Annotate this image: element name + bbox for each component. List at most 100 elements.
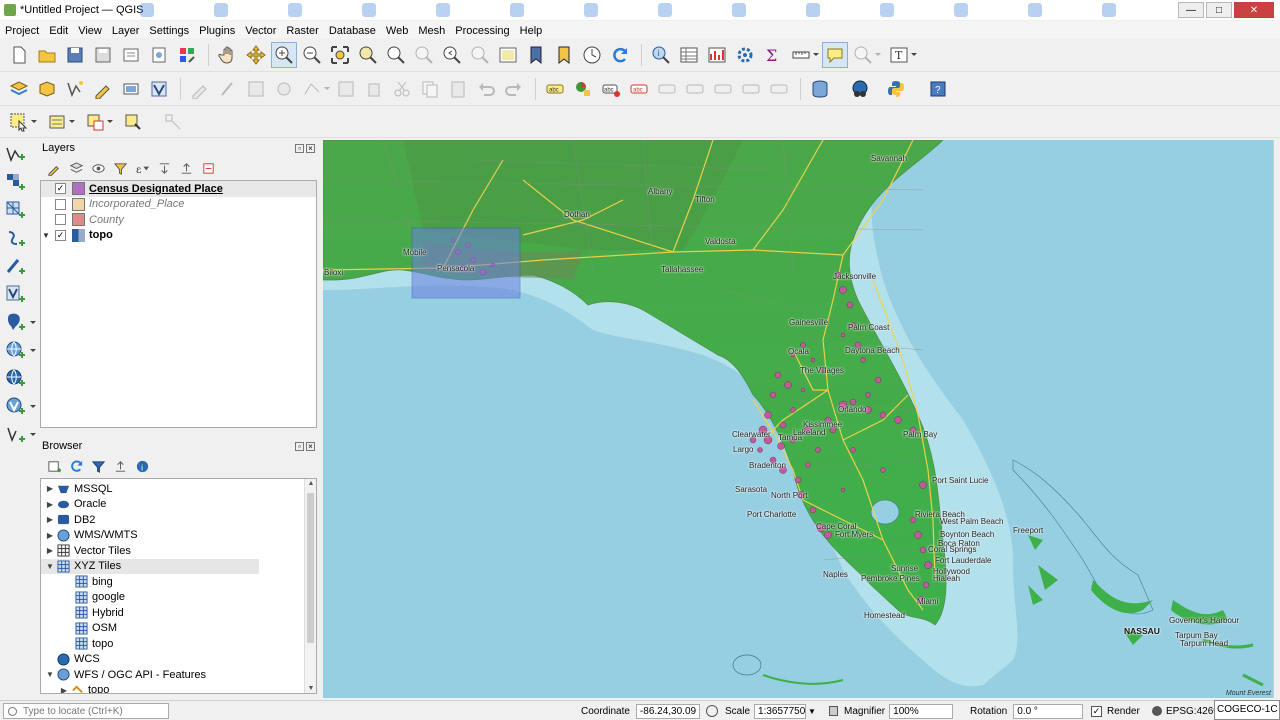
- temporal-controller-icon[interactable]: [579, 42, 605, 68]
- add-postgis-layer-icon[interactable]: [2, 309, 36, 335]
- browser-scrollbar[interactable]: ▲ ▼: [304, 479, 316, 693]
- add-vector-tile-layer-icon[interactable]: [2, 421, 36, 447]
- select-by-value-icon[interactable]: [44, 109, 75, 135]
- new-map-view-icon[interactable]: [495, 42, 521, 68]
- expand-arrow-icon[interactable]: ▼: [41, 231, 51, 240]
- new-geopackage-icon[interactable]: [34, 76, 60, 102]
- new-bookmark-icon[interactable]: [523, 42, 549, 68]
- layer-item-topo[interactable]: ▼ ✓ topo: [41, 228, 316, 244]
- pan-hand-icon[interactable]: [215, 42, 241, 68]
- add-group-icon[interactable]: [67, 159, 85, 177]
- filter-legend-icon[interactable]: [111, 159, 129, 177]
- print-layout-icon[interactable]: [118, 42, 144, 68]
- pan-to-selection-icon[interactable]: [243, 42, 269, 68]
- zoom-in-icon[interactable]: [271, 41, 297, 68]
- add-mesh-layer-icon[interactable]: [2, 197, 28, 223]
- float-panel-button[interactable]: ▫: [295, 143, 304, 153]
- rotation-field[interactable]: 0.0 °: [1013, 703, 1084, 719]
- menu-mesh[interactable]: Mesh: [413, 25, 450, 37]
- menu-layer[interactable]: Layer: [107, 25, 145, 37]
- menu-plugins[interactable]: Plugins: [194, 25, 240, 37]
- zoom-out-icon[interactable]: [299, 42, 325, 68]
- browser-item-wfs-topo[interactable]: ▶ topo: [41, 683, 316, 693]
- metasearch-icon[interactable]: [847, 76, 873, 102]
- crs-button[interactable]: EPSG:4269: [1166, 706, 1219, 717]
- browser-item-xyz-tiles[interactable]: ▼ XYZ Tiles: [41, 558, 259, 574]
- scale-dropdown-icon[interactable]: ▼: [808, 707, 816, 716]
- scale-field[interactable]: 1:3657750: [754, 703, 807, 719]
- layer-visibility-checkbox[interactable]: ✓: [55, 229, 66, 241]
- menu-view[interactable]: View: [73, 25, 107, 37]
- expand-arrow-icon[interactable]: ▶: [57, 686, 71, 693]
- close-button[interactable]: ✕: [1234, 2, 1274, 18]
- locator-search-input[interactable]: Type to locate (Ctrl+K): [3, 703, 169, 719]
- layer-visibility-checkbox[interactable]: ✓: [55, 183, 66, 195]
- menu-processing[interactable]: Processing: [450, 25, 514, 37]
- add-vector-layer-icon[interactable]: [2, 141, 28, 167]
- label-tool-icon[interactable]: abc: [542, 76, 568, 102]
- new-virtual-layer-icon[interactable]: [146, 76, 172, 102]
- browser-item-wfs-ogc-api[interactable]: ▼ WFS / OGC API - Features: [41, 667, 316, 683]
- menu-vector[interactable]: Vector: [240, 25, 281, 37]
- attribute-table-icon[interactable]: [676, 42, 702, 68]
- layer-item-census-designated-place[interactable]: ✓ Census Designated Place: [41, 181, 316, 197]
- db-manager-icon[interactable]: [807, 76, 833, 102]
- close-panel-button[interactable]: ×: [306, 441, 315, 451]
- new-project-icon[interactable]: [6, 42, 32, 68]
- open-project-icon[interactable]: [34, 42, 60, 68]
- expand-all-icon[interactable]: [155, 159, 173, 177]
- browser-item-oracle[interactable]: ▶ Oracle: [41, 497, 316, 513]
- zoom-to-selection-icon[interactable]: [355, 42, 381, 68]
- toggle-label-display-icon[interactable]: abc: [626, 76, 652, 102]
- diagram-options-icon[interactable]: [570, 76, 596, 102]
- menu-raster[interactable]: Raster: [281, 25, 323, 37]
- expand-arrow-icon[interactable]: ▶: [43, 484, 57, 493]
- remove-layer-icon[interactable]: [199, 159, 217, 177]
- add-raster-layer-icon[interactable]: [2, 169, 28, 195]
- float-panel-button[interactable]: ▫: [295, 441, 304, 451]
- save-project-icon[interactable]: [62, 42, 88, 68]
- menu-project[interactable]: Project: [0, 25, 44, 37]
- map-canvas[interactable]: Savannah Albany Tifton Dothan Valdosta M…: [323, 140, 1273, 698]
- expand-arrow-icon[interactable]: ▶: [43, 531, 57, 540]
- layer-visibility-checkbox[interactable]: [55, 214, 66, 226]
- toggle-extents-icon[interactable]: [705, 705, 718, 717]
- zoom-to-layer-icon[interactable]: [383, 42, 409, 68]
- add-delimited-text-icon[interactable]: [2, 225, 28, 251]
- text-annotation-icon[interactable]: T: [886, 42, 917, 68]
- add-wms-layer-icon[interactable]: [2, 337, 36, 363]
- browser-item-google[interactable]: google: [41, 590, 316, 606]
- identify-features-icon[interactable]: i: [648, 42, 674, 68]
- browser-item-mssql[interactable]: ▶ MSSQL: [41, 481, 316, 497]
- browser-item-db2[interactable]: ▶ DB2: [41, 512, 316, 528]
- expand-arrow-icon[interactable]: ▶: [43, 546, 57, 555]
- browser-item-wms-wmts[interactable]: ▶ WMS/WMTS: [41, 528, 316, 544]
- add-spatialite-layer-icon[interactable]: [2, 281, 28, 307]
- menu-edit[interactable]: Edit: [44, 25, 73, 37]
- collapse-all-icon[interactable]: [111, 457, 129, 475]
- browser-item-osm[interactable]: OSM: [41, 621, 316, 637]
- browser-item-topo[interactable]: topo: [41, 636, 316, 652]
- add-wcs-layer-icon[interactable]: [2, 365, 28, 391]
- statistics-icon[interactable]: [704, 42, 730, 68]
- layer-item-incorporated-place[interactable]: Incorporated_Place: [41, 197, 316, 213]
- layer-visibility-checkbox[interactable]: [55, 198, 66, 210]
- expand-arrow-icon[interactable]: ▼: [43, 562, 57, 571]
- browser-item-bing[interactable]: bing: [41, 574, 316, 590]
- manage-themes-icon[interactable]: [89, 159, 107, 177]
- properties-info-icon[interactable]: i: [133, 457, 151, 475]
- filter-browser-icon[interactable]: [89, 457, 107, 475]
- processing-toolbox-icon[interactable]: [732, 42, 758, 68]
- magnifier-field[interactable]: 100%: [889, 703, 954, 719]
- add-geopackage-layer-icon[interactable]: [2, 253, 28, 279]
- menu-settings[interactable]: Settings: [144, 25, 194, 37]
- expand-arrow-icon[interactable]: ▶: [43, 515, 57, 524]
- zoom-full-icon[interactable]: [327, 42, 353, 68]
- add-layers-icon[interactable]: [45, 457, 63, 475]
- menu-web[interactable]: Web: [381, 25, 413, 37]
- expand-arrow-icon[interactable]: ▶: [43, 500, 57, 509]
- style-manager-icon[interactable]: [174, 42, 200, 68]
- python-console-icon[interactable]: [883, 76, 909, 102]
- new-memory-layer-icon[interactable]: [118, 76, 144, 102]
- data-source-manager-icon[interactable]: [6, 76, 32, 102]
